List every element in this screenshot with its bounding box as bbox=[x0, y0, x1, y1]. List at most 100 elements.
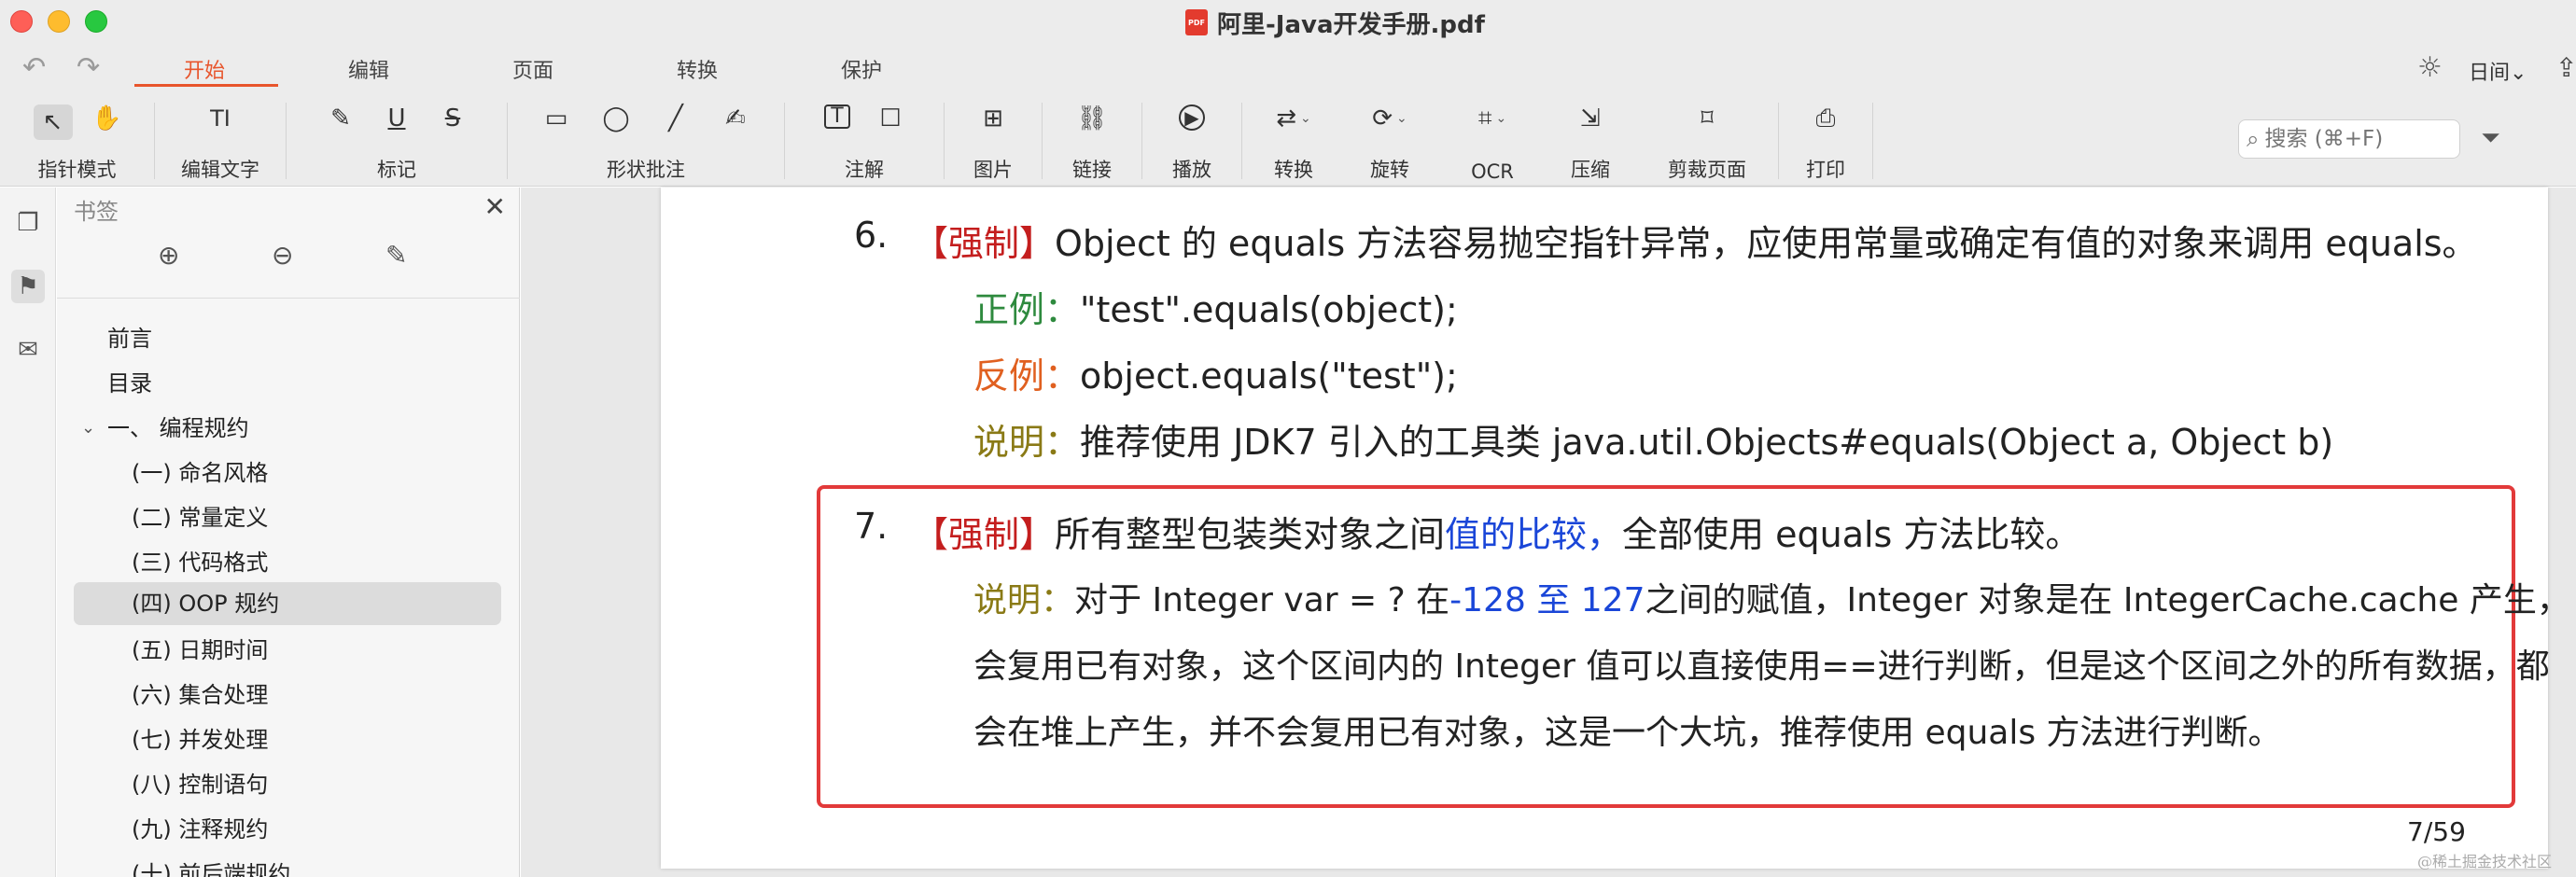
share-icon[interactable]: ⇪ bbox=[2555, 54, 2576, 82]
chevron-down-icon: ⌄ bbox=[2510, 62, 2527, 85]
pdf-file-icon: PDF bbox=[1185, 9, 1208, 35]
search-box[interactable]: ⌕ bbox=[2238, 119, 2460, 159]
line-icon[interactable]: ╱ bbox=[662, 104, 690, 132]
redo-icon[interactable]: ↷ bbox=[77, 54, 100, 82]
tab-convert[interactable]: 转换 bbox=[677, 54, 718, 84]
note-label: 说明： bbox=[973, 422, 1081, 463]
tool-link[interactable]: ⛓ 链接 bbox=[1043, 93, 1141, 187]
play-icon: ▶ bbox=[1179, 104, 1205, 131]
tool-convert[interactable]: ⇄ ⌄ 转换 bbox=[1242, 93, 1345, 187]
zoom-window-button[interactable] bbox=[85, 10, 107, 33]
ellipse-icon[interactable]: ◯ bbox=[602, 104, 630, 132]
window-title: 阿里-Java开发手册.pdf bbox=[1217, 10, 1485, 39]
tool-print[interactable]: ⎙ 打印 bbox=[1779, 93, 1872, 187]
minimize-window-button[interactable] bbox=[48, 10, 70, 33]
filter-icon[interactable]: ⏷ bbox=[2481, 124, 2500, 153]
tool-label: 链接 bbox=[1072, 159, 1112, 181]
bookmark-panel: 书签 ✕ ⊕ ⊖ ✎ 前言 目录 ⌄ 一、 编程规约 (一) 命名风格 (二) … bbox=[57, 188, 520, 877]
watermark: @稀土掘金技术社区 bbox=[2417, 853, 2553, 870]
tool-shape-annotation[interactable]: ▭ ◯ ╱ ✍ 形状批注 bbox=[508, 93, 784, 187]
tab-page[interactable]: 页面 bbox=[512, 54, 553, 84]
rule-7-note-line-1: 说明：对于 Integer var = ? 在-128 至 127之间的赋值，I… bbox=[973, 573, 2570, 621]
rule-7-note-line-2: 会复用已有对象，这个区间内的 Integer 值可以直接使用==进行判断，但是这… bbox=[973, 647, 2550, 686]
note-text: 推荐使用 JDK7 引入的工具类 java.util.Objects#equal… bbox=[1080, 422, 2334, 463]
freehand-icon[interactable]: ✍ bbox=[721, 104, 749, 132]
comment-icon[interactable]: ☐ bbox=[876, 104, 904, 132]
sidebar-rail: ❐ ⚑ ✉ bbox=[0, 188, 56, 877]
comments-icon[interactable]: ✉ bbox=[11, 333, 45, 367]
view-mode-dropdown[interactable]: 日间⌄ bbox=[2469, 56, 2527, 86]
close-icon[interactable]: ✕ bbox=[484, 191, 506, 222]
bookmark-item[interactable]: (十) 前后端规约 bbox=[132, 855, 290, 877]
bookmark-item[interactable]: 前言 bbox=[107, 319, 152, 358]
tool-markup[interactable]: ✎ U S 标记 bbox=[287, 93, 507, 187]
undo-icon[interactable]: ↶ bbox=[22, 54, 46, 82]
bookmark-item[interactable]: (九) 注释规约 bbox=[132, 810, 268, 849]
text-cursor-icon: TI bbox=[210, 105, 231, 132]
rule-emphasis: 值的比较， bbox=[1445, 514, 1623, 555]
edit-bookmark-icon[interactable]: ✎ bbox=[385, 240, 407, 271]
page-thumbnails-icon[interactable]: ❐ bbox=[11, 206, 45, 240]
print-icon: ⎙ bbox=[1815, 104, 1836, 132]
textbox-icon[interactable]: T bbox=[824, 104, 850, 129]
tool-rotate[interactable]: ⟳ ⌄ 旋转 bbox=[1345, 93, 1435, 187]
bookmark-item[interactable]: (二) 常量定义 bbox=[132, 498, 268, 537]
tool-ocr[interactable]: ⌗ ⌄ OCR bbox=[1435, 93, 1550, 187]
document-viewport: 6. 【强制】Object 的 equals 方法容易抛空指针异常，应使用常量或… bbox=[521, 188, 2576, 877]
good-example-code: "test".equals(object); bbox=[1080, 289, 1458, 330]
rule-tag: 【强制】 bbox=[913, 223, 1056, 264]
bookmark-item[interactable]: (三) 代码格式 bbox=[132, 543, 268, 582]
tab-protect[interactable]: 保护 bbox=[841, 54, 882, 84]
bookmark-item[interactable]: (六) 集合处理 bbox=[132, 675, 268, 715]
tool-label: 形状批注 bbox=[607, 159, 685, 181]
rule-tag: 【强制】 bbox=[913, 514, 1056, 555]
ocr-icon: ⌗ ⌄ bbox=[1477, 104, 1507, 132]
toolbar-divider bbox=[1872, 103, 1873, 179]
menu-tab-row: ↶ ↷ 开始 编辑 页面 转换 保护 ☼ 日间⌄ ⇪ bbox=[0, 45, 2576, 93]
close-window-button[interactable] bbox=[10, 10, 33, 33]
tool-compress[interactable]: ⇲ 压缩 bbox=[1550, 93, 1631, 187]
convert-icon: ⇄ ⌄ bbox=[1276, 104, 1311, 132]
tool-label: 打印 bbox=[1806, 159, 1845, 181]
search-input[interactable] bbox=[2264, 127, 2415, 151]
page-number: 7/59 bbox=[2407, 816, 2466, 847]
bookmark-item[interactable]: (七) 并发处理 bbox=[132, 720, 268, 759]
remove-bookmark-icon[interactable]: ⊖ bbox=[272, 240, 293, 271]
underline-icon[interactable]: U bbox=[383, 104, 411, 132]
pdf-page: 6. 【强制】Object 的 equals 方法容易抛空指针异常，应使用常量或… bbox=[661, 188, 2570, 869]
tool-label: 转换 bbox=[1274, 159, 1313, 181]
tab-edit[interactable]: 编辑 bbox=[348, 54, 389, 84]
tool-pointer-mode[interactable]: ↖ ✋ 指针模式 bbox=[0, 93, 154, 187]
bookmark-item[interactable]: 目录 bbox=[107, 364, 152, 403]
tool-crop-page[interactable]: ⌑ 剪裁页面 bbox=[1631, 93, 1784, 187]
bookmark-item[interactable]: 一、 编程规约 bbox=[107, 409, 249, 448]
bookmarks-icon[interactable]: ⚑ bbox=[11, 270, 45, 303]
link-icon: ⛓ bbox=[1076, 104, 1108, 132]
title-bar: PDF 阿里-Java开发手册.pdf bbox=[0, 0, 2576, 45]
bookmark-item[interactable]: (五) 日期时间 bbox=[132, 631, 268, 670]
tool-annotation[interactable]: T ☐ 注解 bbox=[785, 93, 944, 187]
tool-play[interactable]: ▶ 播放 bbox=[1142, 93, 1241, 187]
hand-icon[interactable]: ✋ bbox=[91, 104, 121, 132]
tool-label: 旋转 bbox=[1370, 159, 1409, 181]
tool-label: 注解 bbox=[845, 159, 884, 181]
bad-example-code: object.equals("test"); bbox=[1080, 355, 1458, 397]
chevron-down-icon[interactable]: ⌄ bbox=[81, 418, 95, 438]
rule-6-note: 说明：推荐使用 JDK7 引入的工具类 java.util.Objects#eq… bbox=[973, 413, 2333, 465]
bookmark-item[interactable]: (一) 命名风格 bbox=[132, 453, 268, 493]
pointer-icon[interactable]: ↖ bbox=[33, 104, 73, 140]
bookmark-item-selected[interactable]: (四) OOP 规约 bbox=[132, 584, 279, 623]
search-icon: ⌕ bbox=[2247, 126, 2260, 152]
compress-icon: ⇲ bbox=[1580, 104, 1601, 132]
highlight-pen-icon[interactable]: ✎ bbox=[327, 104, 355, 132]
add-bookmark-icon[interactable]: ⊕ bbox=[158, 240, 179, 271]
tool-image[interactable]: ⊞ 图片 bbox=[945, 93, 1042, 187]
brightness-icon[interactable]: ☼ bbox=[2417, 54, 2443, 82]
panel-title: 书签 bbox=[74, 199, 119, 225]
rectangle-icon[interactable]: ▭ bbox=[542, 104, 570, 132]
tab-home[interactable]: 开始 bbox=[184, 54, 225, 84]
panel-divider bbox=[57, 298, 520, 299]
strikethrough-icon[interactable]: S bbox=[439, 104, 467, 132]
tool-edit-text[interactable]: TI 编辑文字 bbox=[155, 93, 286, 187]
bookmark-item[interactable]: (八) 控制语句 bbox=[132, 765, 268, 804]
